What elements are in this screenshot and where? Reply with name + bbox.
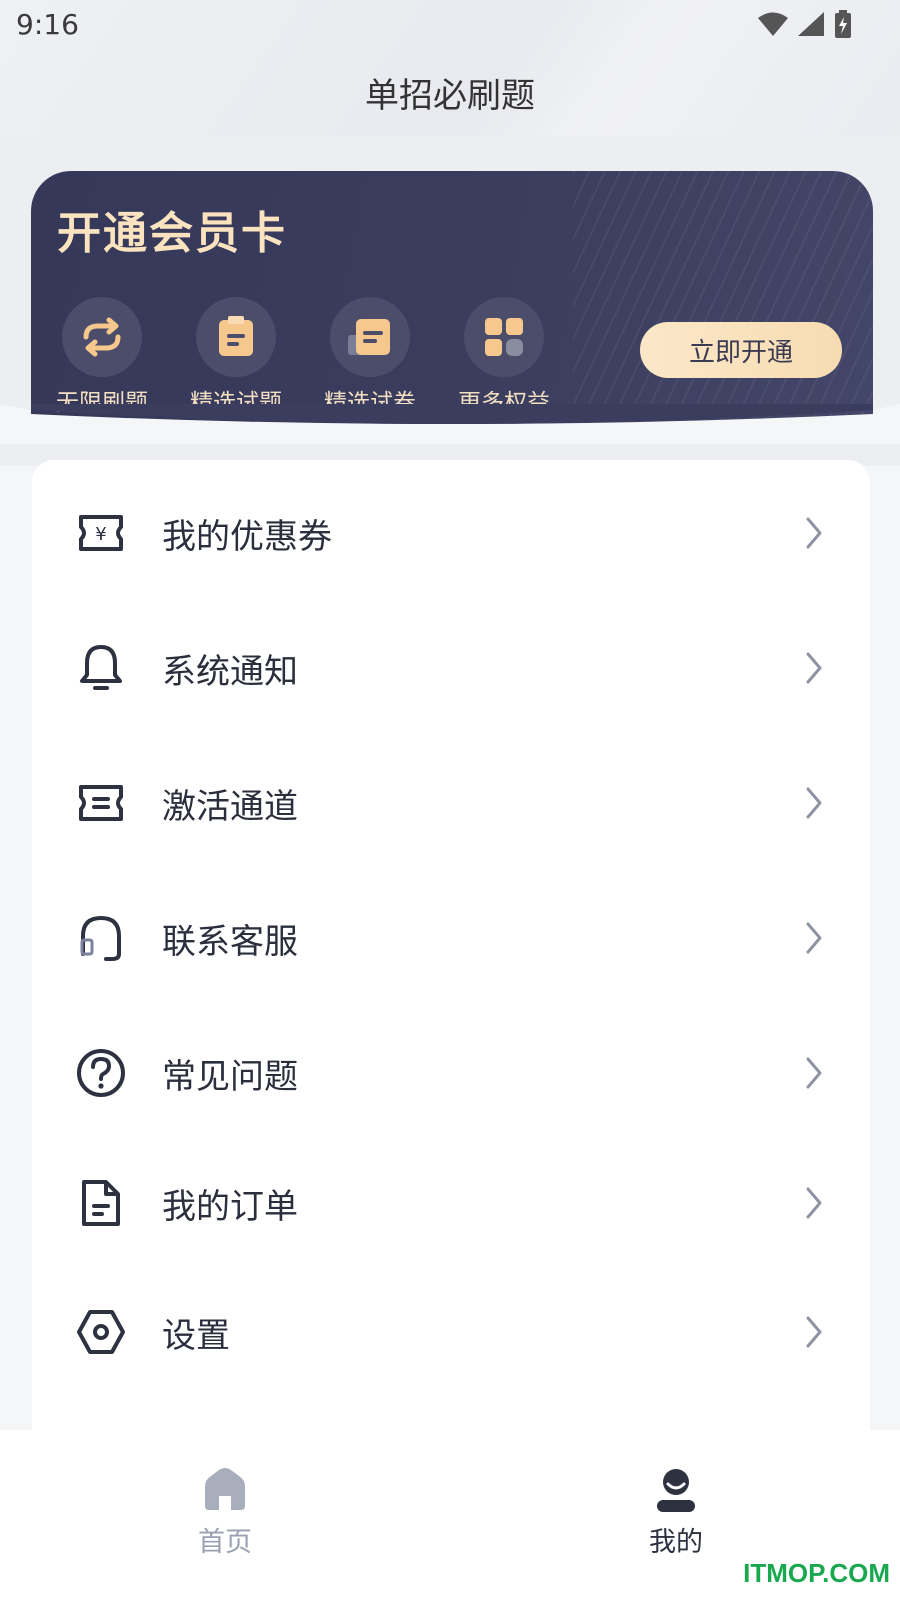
menu-item-label: 常见问题 xyxy=(162,1056,298,1097)
menu-item-coupons[interactable]: ¥ 我的优惠券 xyxy=(32,483,870,583)
chevron-right-icon xyxy=(806,922,822,954)
clipboard-icon xyxy=(219,316,253,356)
chevron-right-icon xyxy=(806,1057,822,1089)
benefit-selected-questions[interactable]: 精选试题 xyxy=(176,297,296,417)
tab-label: 我的 xyxy=(649,1527,703,1558)
coupon-icon: ¥ xyxy=(76,508,126,558)
home-icon xyxy=(205,1468,245,1510)
menu-item-label: 联系客服 xyxy=(162,921,298,962)
menu-item-faq[interactable]: 常见问题 xyxy=(32,1023,870,1123)
benefit-more-rights[interactable]: 更多权益 xyxy=(444,297,564,417)
menu-item-label: 设置 xyxy=(162,1315,230,1356)
open-membership-button[interactable]: 立即开通 xyxy=(640,322,842,378)
benefit-icon-circle xyxy=(330,297,410,377)
profile-icon xyxy=(657,1469,695,1512)
watermark: ITMOP.COM xyxy=(743,1558,890,1588)
menu-card: ¥ 我的优惠券 系统通知 激活通道 联系客服 常见问题 我的订单 设置 xyxy=(32,460,870,1460)
chevron-right-icon xyxy=(806,517,822,549)
card-stripes-decoration xyxy=(573,171,873,431)
menu-item-activation[interactable]: 激活通道 xyxy=(32,753,870,853)
ticket-icon xyxy=(76,778,126,828)
menu-item-label: 我的优惠券 xyxy=(162,516,332,557)
status-time: 9:16 xyxy=(16,8,79,41)
paper-icon xyxy=(348,319,390,355)
benefit-icon-circle xyxy=(464,297,544,377)
tab-mine[interactable]: 我的 xyxy=(616,1466,736,1559)
signal-icon xyxy=(798,12,824,36)
grid-icon xyxy=(485,318,523,356)
chevron-right-icon xyxy=(806,1316,822,1348)
battery-icon xyxy=(835,10,851,38)
status-icons xyxy=(758,10,852,38)
benefit-icon-circle xyxy=(196,297,276,377)
menu-item-label: 激活通道 xyxy=(162,786,298,827)
menu-item-settings[interactable]: 设置 xyxy=(32,1282,870,1382)
tab-label: 首页 xyxy=(198,1527,252,1558)
menu-item-label: 我的订单 xyxy=(162,1186,298,1227)
benefit-unlimited-practice[interactable]: 无限刷题 xyxy=(42,297,162,417)
bell-icon xyxy=(76,643,126,693)
menu-item-customer-service[interactable]: 联系客服 xyxy=(32,888,870,988)
tab-home[interactable]: 首页 xyxy=(165,1466,285,1559)
refresh-icon xyxy=(83,317,121,357)
benefit-icon-circle xyxy=(62,297,142,377)
member-card[interactable]: 开通会员卡 无限刷题 精选试题 精选试卷 更多权益 立即开通 xyxy=(31,171,873,431)
menu-item-notifications[interactable]: 系统通知 xyxy=(32,618,870,718)
benefit-selected-papers[interactable]: 精选试卷 xyxy=(310,297,430,417)
document-icon xyxy=(76,1178,126,1228)
chevron-right-icon xyxy=(806,1187,822,1219)
settings-icon xyxy=(76,1307,126,1357)
page-title: 单招必刷题 xyxy=(365,76,535,116)
card-bottom-curve xyxy=(0,404,900,444)
headset-icon xyxy=(76,913,126,963)
question-icon xyxy=(76,1048,126,1098)
menu-item-label: 系统通知 xyxy=(162,651,298,692)
wifi-icon xyxy=(758,12,788,36)
status-bar: 9:16 xyxy=(0,0,900,48)
chevron-right-icon xyxy=(806,787,822,819)
chevron-right-icon xyxy=(806,652,822,684)
member-card-title: 开通会员卡 xyxy=(57,208,287,259)
svg-text:¥: ¥ xyxy=(95,524,106,545)
menu-item-orders[interactable]: 我的订单 xyxy=(32,1153,870,1253)
